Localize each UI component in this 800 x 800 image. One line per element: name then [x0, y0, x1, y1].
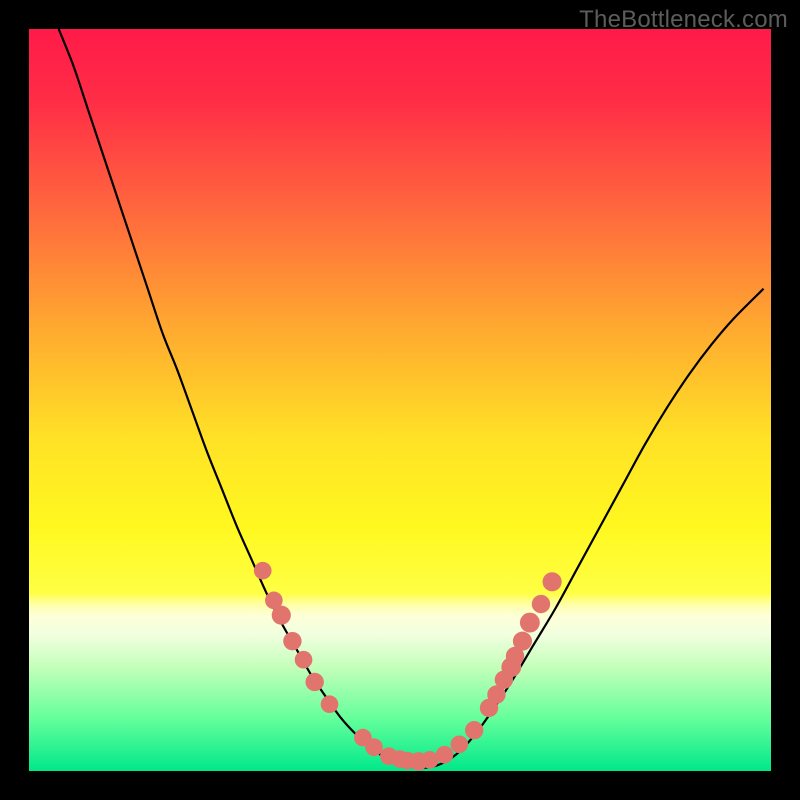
data-marker [283, 632, 301, 650]
data-marker [451, 735, 469, 753]
data-marker [543, 572, 562, 591]
bottleneck-chart [29, 29, 771, 771]
plot-area [29, 29, 771, 771]
data-marker [520, 613, 540, 633]
data-marker [365, 738, 383, 756]
data-marker [321, 695, 339, 713]
chart-frame: TheBottleneck.com [0, 0, 800, 800]
data-marker [305, 673, 323, 691]
data-marker [272, 606, 291, 625]
data-marker [532, 595, 550, 613]
data-marker [295, 651, 313, 669]
watermark-text: TheBottleneck.com [579, 6, 788, 34]
data-marker [436, 746, 454, 764]
data-marker [465, 721, 483, 739]
gradient-background [29, 29, 771, 771]
data-marker [254, 562, 272, 580]
data-marker [513, 632, 532, 651]
